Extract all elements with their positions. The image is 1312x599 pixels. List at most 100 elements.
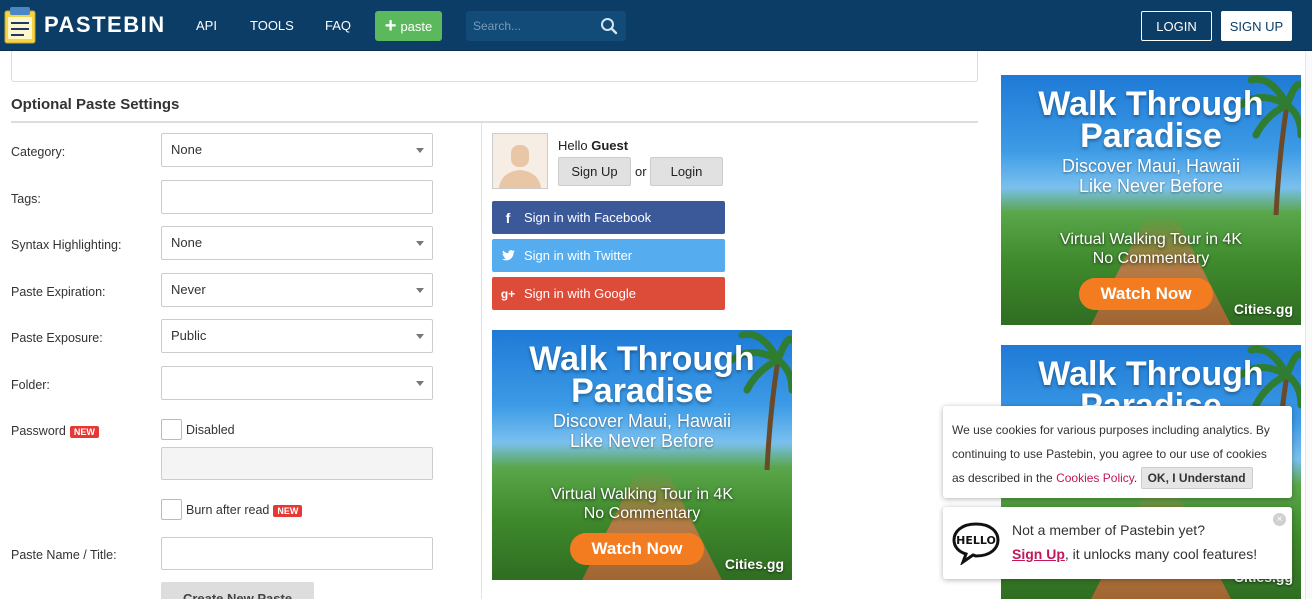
member-line-2: Sign Up, it unlocks many cool features! [1012, 546, 1257, 562]
site-header: PASTEBIN API TOOLS FAQ + paste LOGIN SIG… [0, 0, 1312, 51]
password-label: Password [11, 424, 66, 438]
greeting: Hello Guest [558, 138, 628, 153]
chevron-down-icon [416, 334, 424, 339]
exposure-label: Paste Exposure: [11, 331, 103, 345]
logo-text[interactable]: PASTEBIN [44, 12, 166, 38]
tags-label: Tags: [11, 192, 41, 206]
google-signin-button[interactable]: g+ Sign in with Google [492, 277, 725, 310]
cookie-ok-button[interactable]: OK, I Understand [1140, 467, 1253, 489]
cookie-period: . [1133, 471, 1138, 485]
nav-api[interactable]: API [196, 18, 217, 33]
facebook-signin-button[interactable]: f Sign in with Facebook [492, 201, 725, 234]
chevron-down-icon [416, 288, 424, 293]
ad-watch-now-button[interactable]: Watch Now [570, 533, 704, 565]
category-value: None [171, 142, 203, 157]
member-notice: HELLO Not a member of Pastebin yet? Sign… [943, 507, 1292, 579]
new-badge: NEW [273, 504, 303, 517]
paste-name-label: Paste Name / Title: [11, 548, 117, 562]
folder-label: Folder: [11, 378, 50, 392]
syntax-label: Syntax Highlighting: [11, 238, 122, 252]
category-select[interactable]: None [161, 133, 433, 167]
folder-select[interactable] [161, 366, 433, 400]
burn-checkbox-label-group: Burn after read NEW [186, 503, 303, 517]
search-icon[interactable] [600, 17, 618, 35]
ad-title-1: Walk Through [529, 340, 755, 378]
chevron-down-icon [416, 241, 424, 246]
ad-sub-1: Discover Maui, Hawaii [1061, 156, 1241, 176]
header-signup-button[interactable]: SIGN UP [1221, 11, 1292, 41]
paste-name-input[interactable] [161, 537, 433, 570]
new-paste-button[interactable]: + paste [375, 11, 442, 41]
hello-speech-bubble-icon: HELLO [952, 522, 1000, 565]
ad-title-2: Paradise [571, 372, 713, 410]
ad-sub-2: Like Never Before [1078, 176, 1224, 196]
twitter-icon [492, 248, 524, 264]
new-badge: NEW [69, 425, 99, 438]
ad-title-1: Walk Through [1038, 85, 1264, 123]
chevron-down-icon [416, 148, 424, 153]
ad-tour-2: No Commentary [583, 505, 701, 522]
section-title: Optional Paste Settings [11, 96, 180, 113]
password-checkbox-label: Disabled [186, 423, 235, 437]
password-checkbox[interactable] [161, 419, 182, 440]
panel-signup-button[interactable]: Sign Up [558, 157, 631, 186]
expiration-value: Never [171, 282, 206, 297]
search-input[interactable] [466, 11, 596, 41]
search-box [466, 11, 626, 41]
paste-textarea-bottom[interactable] [11, 51, 978, 82]
greeting-hello: Hello [558, 138, 588, 153]
new-paste-label: paste [400, 18, 433, 34]
create-paste-button[interactable]: Create New Paste [161, 582, 314, 599]
ad-banner[interactable]: Walk Through Paradise Discover Maui, Haw… [1001, 75, 1301, 325]
chevron-down-icon [416, 381, 424, 386]
greeting-user: Guest [591, 138, 629, 153]
syntax-value: None [171, 235, 203, 250]
nav-faq[interactable]: FAQ [325, 18, 351, 33]
cookies-policy-link[interactable]: Cookies Policy [1056, 471, 1134, 485]
expiration-select[interactable]: Never [161, 273, 433, 307]
burn-checkbox[interactable] [161, 499, 182, 520]
or-text: or [635, 164, 647, 179]
password-input [161, 447, 433, 480]
ad-tour-2: No Commentary [1092, 250, 1210, 267]
member-line-1: Not a member of Pastebin yet? [1012, 522, 1205, 538]
header-login-button[interactable]: LOGIN [1141, 11, 1212, 41]
nav-tools[interactable]: TOOLS [250, 18, 294, 33]
tags-input[interactable] [161, 180, 433, 214]
ad-brand: Cities.gg [724, 556, 784, 572]
category-label: Category: [11, 145, 66, 159]
member-line-2-rest: , it unlocks many cool features! [1064, 546, 1258, 562]
ad-watch-now-button[interactable]: Watch Now [1079, 278, 1213, 310]
ad-title-1: Walk Through [1038, 355, 1264, 393]
twitter-signin-button[interactable]: Sign in with Twitter [492, 239, 725, 272]
burn-checkbox-label: Burn after read [186, 503, 270, 517]
avatar [492, 133, 548, 189]
exposure-value: Public [171, 328, 207, 343]
section-divider [11, 121, 978, 123]
syntax-select[interactable]: None [161, 226, 433, 260]
google-plus-icon: g+ [500, 286, 516, 301]
expiration-label: Paste Expiration: [11, 285, 106, 299]
ad-sub-2: Like Never Before [569, 431, 715, 451]
exposure-select[interactable]: Public [161, 319, 433, 353]
password-label-group: Password NEW [11, 424, 99, 438]
pastebin-logo-icon[interactable] [2, 5, 38, 45]
column-divider [481, 123, 482, 599]
svg-text:HELLO: HELLO [956, 534, 996, 547]
ad-brand: Cities.gg [1233, 301, 1293, 317]
cookie-notice: We use cookies for various purposes incl… [943, 406, 1292, 498]
guest-avatar-icon [493, 134, 547, 188]
member-signup-link[interactable]: Sign Up [1012, 546, 1065, 562]
panel-login-button[interactable]: Login [650, 157, 723, 186]
ad-tour-1: Virtual Walking Tour in 4K [1059, 231, 1242, 248]
facebook-signin-label: Sign in with Facebook [524, 210, 652, 225]
scrollbar-track[interactable] [1305, 51, 1312, 599]
ad-banner[interactable]: Walk Through Paradise Discover Maui, Haw… [492, 330, 792, 580]
facebook-icon: f [505, 209, 511, 226]
twitter-signin-label: Sign in with Twitter [524, 248, 633, 263]
ad-title-2: Paradise [1080, 117, 1222, 155]
google-signin-label: Sign in with Google [524, 286, 637, 301]
ad-tour-1: Virtual Walking Tour in 4K [550, 486, 733, 503]
ad-sub-1: Discover Maui, Hawaii [552, 411, 732, 431]
close-icon[interactable]: × [1273, 513, 1286, 526]
